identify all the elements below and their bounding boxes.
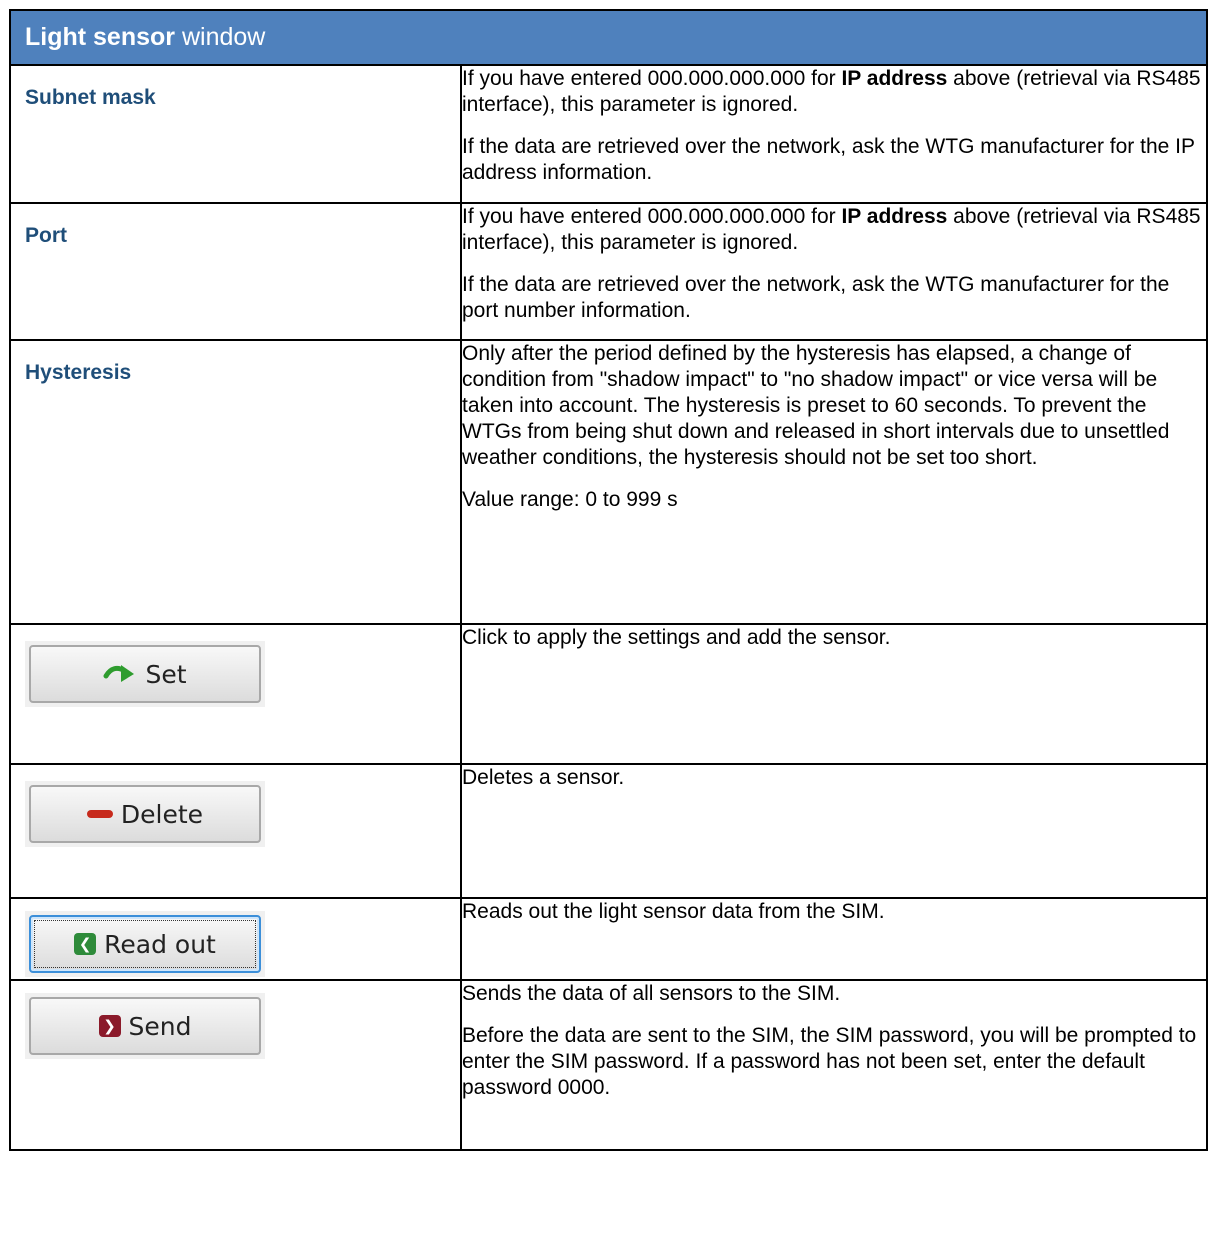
header-title-rest: window [175, 23, 266, 51]
table-header: Light sensor window [9, 9, 1208, 66]
green-back-arrow-icon: ❮ [74, 933, 97, 955]
set-button-label: Set [145, 659, 187, 689]
button-row-set: Set Click to apply the settings and add … [9, 623, 1208, 765]
light-sensor-table: Light sensor window Subnet mask If you h… [9, 9, 1208, 1151]
red-minus-icon [86, 810, 113, 818]
param-name: Subnet mask [25, 86, 156, 109]
set-button[interactable]: Set [29, 645, 261, 703]
button-screenshot: ❮ Read out [25, 911, 265, 977]
param-description: If you have entered 000.000.000.000 for … [460, 64, 1208, 204]
read-out-button-label: Read out [104, 929, 216, 959]
param-desc-p1: If you have entered 000.000.000.000 for … [462, 205, 1201, 254]
button-desc-2: Before the data are sent to the SIM, the… [462, 1024, 1197, 1099]
button-description: Click to apply the settings and add the … [460, 623, 1208, 765]
param-description: Only after the period defined by the hys… [460, 339, 1208, 625]
param-desc-p2: If the data are retrieved over the netwo… [462, 135, 1195, 184]
button-description: Reads out the light sensor data from the… [460, 897, 1208, 981]
button-screenshot: ❯ Send [25, 993, 265, 1059]
button-description: Deletes a sensor. [460, 763, 1208, 899]
button-row-send: ❯ Send Sends the data of all sensors to … [9, 979, 1208, 1151]
button-desc: Reads out the light sensor data from the… [462, 900, 885, 923]
button-desc: Sends the data of all sensors to the SIM… [462, 982, 841, 1005]
param-name: Hysteresis [25, 361, 132, 384]
button-row-delete: Delete Deletes a sensor. [9, 763, 1208, 899]
param-desc-p1: Only after the period defined by the hys… [462, 342, 1170, 469]
send-button[interactable]: ❯ Send [29, 997, 261, 1055]
button-description: Sends the data of all sensors to the SIM… [460, 979, 1208, 1151]
button-screenshot: Delete [25, 781, 265, 847]
button-desc: Click to apply the settings and add the … [462, 626, 891, 649]
green-curved-arrow-icon [103, 665, 135, 682]
param-name: Port [25, 224, 67, 247]
param-row-subnet-mask: Subnet mask If you have entered 000.000.… [9, 64, 1208, 204]
header-title-bold: Light sensor [25, 23, 176, 51]
param-desc-p2: If the data are retrieved over the netwo… [462, 273, 1170, 322]
param-row-hysteresis: Hysteresis Only after the period defined… [9, 339, 1208, 625]
read-out-button[interactable]: ❮ Read out [29, 915, 261, 973]
delete-button[interactable]: Delete [29, 785, 261, 843]
button-row-read-out: ❮ Read out Reads out the light sensor da… [9, 897, 1208, 981]
delete-button-label: Delete [120, 799, 204, 829]
param-desc-p1: If you have entered 000.000.000.000 for … [462, 67, 1201, 116]
send-button-label: Send [128, 1011, 192, 1041]
red-forward-arrow-icon: ❯ [98, 1015, 121, 1037]
param-description: If you have entered 000.000.000.000 for … [460, 202, 1208, 341]
param-row-port: Port If you have entered 000.000.000.000… [9, 202, 1208, 341]
button-screenshot: Set [25, 641, 265, 707]
param-desc-p2: Value range: 0 to 999 s [462, 488, 678, 511]
button-desc: Deletes a sensor. [462, 766, 625, 789]
